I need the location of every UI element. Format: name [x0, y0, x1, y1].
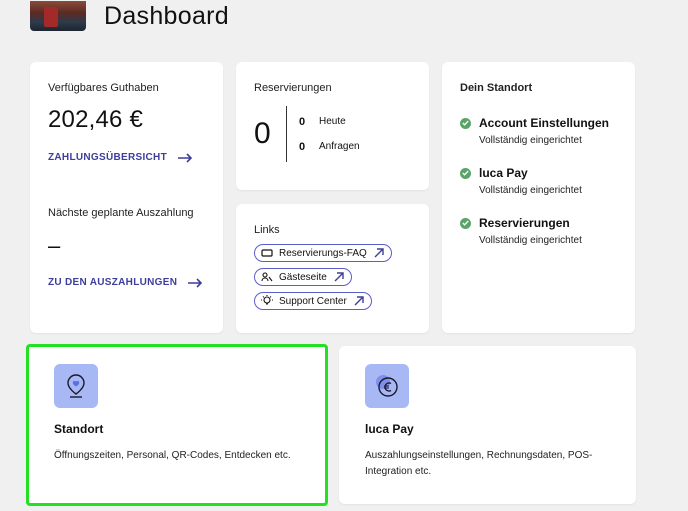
location-pin-icon [54, 364, 98, 408]
location-settings-tile[interactable]: Standort Öffnungszeiten, Personal, QR-Co… [26, 344, 328, 506]
status-item-account: Account Einstellungen Vollständig einger… [460, 116, 617, 146]
payment-overview-link-label: ZAHLUNGSÜBERSICHT [48, 152, 167, 163]
status-item-title: luca Pay [479, 166, 528, 180]
links-title: Links [254, 224, 280, 236]
check-icon [460, 167, 471, 179]
balance-label: Verfügbares Guthaben [48, 82, 159, 94]
balance-card: Verfügbares Guthaben 202,46 € ZAHLUNGSÜB… [30, 62, 223, 333]
status-item-reservations: Reservierungen Vollständig eingerichtet [460, 216, 617, 246]
reservations-requests-row: 0 Anfragen [299, 141, 360, 153]
tile-description: Öffnungszeiten, Personal, QR-Codes, Entd… [54, 450, 291, 461]
reservations-today-count: 0 [299, 115, 306, 128]
location-status-card: Dein Standort Account Einstellungen Voll… [442, 62, 635, 333]
reservation-faq-label: Reservierungs-FAQ [279, 247, 367, 259]
tile-title: luca Pay [365, 422, 414, 436]
reservations-total: 0 [254, 117, 271, 150]
arrow-right-icon [188, 277, 203, 288]
venue-thumbnail [30, 1, 86, 31]
external-link-icon [374, 248, 384, 258]
support-center-label: Support Center [279, 295, 347, 307]
balance-amount: 202,46 € [48, 106, 144, 133]
external-link-icon [334, 272, 344, 282]
ticket-icon [261, 249, 273, 257]
reservations-card[interactable]: Reservierungen 0 0 Heute 0 Anfragen [236, 62, 429, 190]
next-payout-value: – [48, 233, 61, 258]
reservations-title: Reservierungen [254, 82, 332, 94]
reservation-faq-link[interactable]: Reservierungs-FAQ [254, 244, 392, 262]
external-link-icon [354, 296, 364, 306]
support-center-link[interactable]: Support Center [254, 292, 372, 310]
reservations-today-row: 0 Heute [299, 116, 360, 128]
status-item-title: Reservierungen [479, 216, 570, 230]
payouts-link[interactable]: ZU DEN AUSZAHLUNGEN [48, 277, 205, 288]
guest-page-label: Gästeseite [279, 271, 327, 283]
divider [286, 106, 287, 162]
arrow-right-icon [178, 152, 193, 163]
lightbulb-icon [261, 295, 273, 305]
tile-title: Standort [54, 422, 104, 436]
euro-coin-icon [365, 364, 409, 408]
status-item-title: Account Einstellungen [479, 116, 610, 130]
page-title: Dashboard [104, 1, 230, 30]
guest-page-link[interactable]: Gästeseite [254, 268, 352, 286]
reservations-requests-label: Anfragen [319, 141, 360, 152]
guests-icon [261, 272, 273, 282]
status-item-subtitle: Vollständig eingerichtet [479, 235, 582, 246]
reservations-requests-count: 0 [299, 140, 306, 153]
tile-description: Auszahlungseinstellungen, Rechnungsdaten… [365, 450, 593, 477]
check-icon [460, 117, 471, 129]
luca-pay-tile[interactable]: luca Pay Auszahlungseinstellungen, Rechn… [339, 346, 636, 504]
location-status-title: Dein Standort [460, 82, 533, 94]
page-header: Dashboard [30, 0, 229, 32]
check-icon [460, 217, 471, 229]
links-card: Links Reservierungs-FAQ Gästeseite Suppo… [236, 204, 429, 333]
next-payout-label: Nächste geplante Auszahlung [48, 207, 194, 219]
status-item-luca-pay: luca Pay Vollständig eingerichtet [460, 166, 617, 196]
status-item-subtitle: Vollständig eingerichtet [479, 135, 582, 146]
payment-overview-link[interactable]: ZAHLUNGSÜBERSICHT [48, 152, 205, 163]
payouts-link-label: ZU DEN AUSZAHLUNGEN [48, 277, 178, 288]
status-item-subtitle: Vollständig eingerichtet [479, 185, 582, 196]
reservations-today-label: Heute [319, 116, 346, 127]
